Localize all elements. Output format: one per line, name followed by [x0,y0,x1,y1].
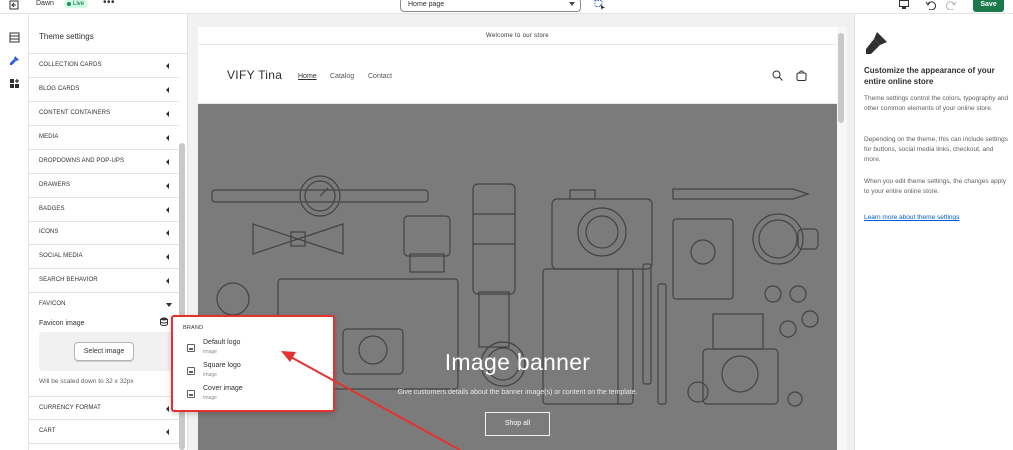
option-cover-image[interactable]: Cover image Image [187,385,307,405]
exit-icon[interactable] [9,0,19,10]
help-paragraph-2: Depending on the theme, this can include… [864,136,1008,163]
option-name: Square logo [203,362,241,369]
popover-heading: BRAND [183,325,204,331]
settings-header: Theme settings [29,14,188,54]
section-content-containers[interactable]: CONTENT CONTAINERS [29,102,179,126]
section-label: COLLECTION CARDS [39,62,102,68]
page-select[interactable]: Home page [400,0,581,12]
help-paragraph-1: Theme settings control the colors, typog… [864,95,1009,112]
section-collection-cards[interactable]: COLLECTION CARDS [29,54,179,78]
section-label: MEDIA [39,134,59,140]
shop-all-button[interactable]: Shop all [485,412,550,436]
chevron-down-icon [166,303,172,307]
favicon-note: Will be scaled down to 32 x 32px [39,378,134,385]
favicon-image-label: Favicon image [39,320,85,327]
image-icon [187,367,195,375]
preview-scrollbar-thumb[interactable] [838,33,844,123]
chevron-left-icon [166,429,169,435]
search-icon[interactable] [772,70,783,81]
announcement-bar: Welcome to our store [198,27,837,45]
nav-catalog[interactable]: Catalog [330,73,354,80]
section-label: CURRENCY FORMAT [39,405,101,411]
cart-icon[interactable] [796,70,807,81]
image-icon [187,390,195,398]
chevron-left-icon [166,254,169,260]
chevron-left-icon [166,135,169,141]
chevron-left-icon [166,63,169,69]
dynamic-source-icon[interactable] [160,317,168,326]
section-label: SEARCH BEHAVIOR [39,277,98,283]
option-type: Image [203,372,217,378]
option-square-logo[interactable]: Square logo Image [187,362,307,382]
theme-brush-icon [866,32,887,54]
chevron-left-icon [166,183,169,189]
page-select-value: Home page [408,1,445,8]
chevron-left-icon [166,111,169,117]
undo-icon[interactable] [925,0,937,10]
redo-icon[interactable] [945,0,957,10]
option-default-logo[interactable]: Default logo Image [187,339,307,359]
chevron-left-icon [166,230,169,236]
dynamic-source-popover: BRAND Default logo Image Square logo Ima… [171,315,335,412]
theme-settings-brush-icon[interactable] [9,55,20,66]
chevron-left-icon [166,406,169,412]
select-image-button[interactable]: Select image [74,342,134,361]
section-badges[interactable]: BADGES [29,198,179,222]
store-header: VIFY Tina Home Catalog Contact [198,45,837,104]
nav-home[interactable]: Home [298,73,317,80]
option-name: Cover image [203,385,243,392]
section-label: DROPDOWNS AND POP-UPS [39,158,125,164]
section-cart[interactable]: CART [29,420,179,444]
section-drawers[interactable]: DRAWERS [29,174,179,198]
section-label: ICONS [39,229,59,235]
sections-icon[interactable] [9,32,20,43]
store-logo[interactable]: VIFY Tina [227,68,282,82]
section-social-media[interactable]: SOCIAL MEDIA [29,245,179,269]
chevron-left-icon [166,207,169,213]
store-name: Dawn [36,0,54,7]
option-type: Image [203,349,217,355]
section-label: BADGES [39,206,65,212]
section-media[interactable]: MEDIA [29,126,179,150]
icon-rail [0,14,29,450]
live-dot-icon [67,2,71,6]
help-paragraph-3: When you edit theme settings, the change… [864,178,1007,195]
section-dropdowns-popups[interactable]: DROPDOWNS AND POP-UPS [29,150,179,174]
top-bar: Dawn Live ••• Home page Save [0,0,1013,14]
option-name: Default logo [203,339,241,346]
chevron-left-icon [166,87,169,93]
inspect-icon[interactable] [594,0,606,10]
option-type: Image [203,395,217,401]
section-icons[interactable]: ICONS [29,221,179,245]
nav-contact[interactable]: Contact [368,73,392,80]
section-label: CART [39,428,56,434]
save-button[interactable]: Save [973,0,1004,12]
chevron-down-icon [569,2,575,6]
apps-icon[interactable] [9,78,20,89]
section-label: BLOG CARDS [39,86,80,92]
section-currency-format[interactable]: CURRENCY FORMAT [29,396,179,420]
live-badge-label: Live [73,1,85,7]
section-label: FAVICON [39,301,66,307]
live-badge: Live [64,0,89,8]
help-heading: Customize the appearance of your entire … [864,66,995,86]
settings-title: Theme settings [39,32,94,41]
section-label: SOCIAL MEDIA [39,253,83,259]
section-search-behavior[interactable]: SEARCH BEHAVIOR [29,269,179,293]
learn-more-link[interactable]: Learn more about theme settings [864,214,959,221]
help-panel: Customize the appearance of your entire … [854,14,1013,450]
preview-scrollbar[interactable] [837,27,847,450]
chevron-left-icon [166,278,169,284]
section-label: CONTENT CONTAINERS [39,110,111,116]
chevron-left-icon [166,159,169,165]
desktop-view-icon[interactable] [898,0,910,10]
section-blog-cards[interactable]: BLOG CARDS [29,78,179,102]
section-favicon[interactable]: FAVICON [29,293,179,317]
favicon-picker: Select image [39,332,178,371]
more-actions-button[interactable]: ••• [103,0,115,8]
section-label: DRAWERS [39,182,71,188]
image-icon [187,344,195,352]
